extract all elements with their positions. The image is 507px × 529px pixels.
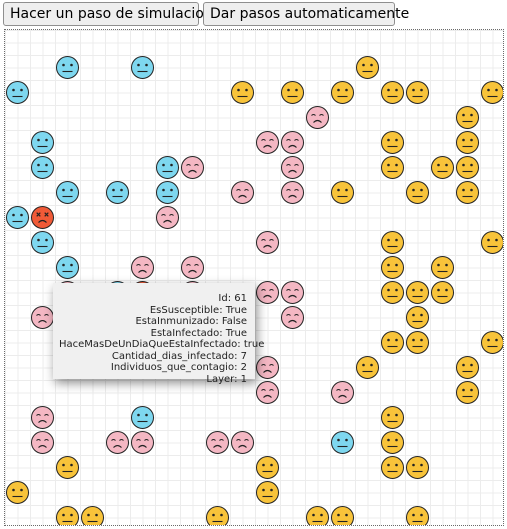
agent-immunized[interactable] [481,81,504,104]
agent-immunized[interactable] [306,506,329,526]
agent-susceptible[interactable] [106,181,129,204]
tooltip-id: Id: 61 [218,293,247,304]
agent-infected[interactable] [31,406,54,429]
agent-immunized[interactable] [406,506,429,526]
agent-immunized[interactable] [406,81,429,104]
agent-immunized[interactable] [6,481,29,504]
agent-infected[interactable] [256,281,279,304]
tooltip-susceptible: EsSusceptible: True [149,304,247,316]
agent-immunized[interactable] [381,456,404,479]
agent-immunized[interactable] [381,331,404,354]
agent-immunized[interactable] [281,81,304,104]
agent-immunized[interactable] [406,181,429,204]
agent-immunized[interactable] [456,381,479,404]
tooltip-more-than-one-day: HaceMasDeUnDiaQueEstaInfectado: true [59,339,265,350]
agent-immunized[interactable] [481,231,504,254]
agent-infected[interactable] [106,431,129,454]
auto-steps-button[interactable]: Dar pasos automaticamente [203,2,409,26]
agent-susceptible[interactable] [131,56,154,79]
agent-immunized[interactable] [456,181,479,204]
agent-immunized[interactable] [481,331,504,354]
agent-infected[interactable] [181,156,204,179]
agent-immunized[interactable] [381,231,404,254]
simulation-grid[interactable] [4,29,504,526]
agent-immunized[interactable] [81,506,104,526]
agent-susceptible[interactable] [31,131,54,154]
agent-immunized[interactable] [456,131,479,154]
agent-infected[interactable] [31,431,54,454]
agent-susceptible[interactable] [6,206,29,229]
agent-immunized[interactable] [356,356,379,379]
agent-infected[interactable] [331,381,354,404]
agent-infected[interactable] [256,231,279,254]
agent-susceptible[interactable] [31,156,54,179]
agent-immunized[interactable] [431,156,454,179]
agent-immunized[interactable] [456,106,479,129]
tooltip-contagions: Individuos_que_contagio: 2 [110,362,247,373]
agent-infected[interactable] [156,206,179,229]
agent-immunized[interactable] [356,56,379,79]
agent-immunized[interactable] [256,456,279,479]
tooltip-days-infected: Cantidad_dias_infectado: 7 [111,350,247,362]
agent-immunized[interactable] [406,331,429,354]
agent-immunized[interactable] [381,131,404,154]
agent-infected[interactable] [31,306,54,329]
agent-immunized[interactable] [381,156,404,179]
agent-immunized[interactable] [331,506,354,526]
agent-immunized[interactable] [406,456,429,479]
agent-susceptible[interactable] [6,81,29,104]
agent-infected[interactable] [256,131,279,154]
agent-infected[interactable] [181,256,204,279]
agent-infected-severe[interactable] [31,206,54,229]
agent-immunized[interactable] [406,281,429,304]
agent-infected[interactable] [131,256,154,279]
agent-infected[interactable] [281,306,304,329]
agent-infected[interactable] [281,181,304,204]
agents-layer [6,56,504,526]
tooltip-infected: EstaInfectado: True [150,327,247,339]
step-simulation-button[interactable]: Hacer un paso de simulacion [3,2,213,26]
agent-infected[interactable] [231,431,254,454]
agent-immunized[interactable] [56,456,79,479]
tooltip-layer: Layer: 1 [206,373,247,385]
agent-susceptible[interactable] [56,181,79,204]
agent-susceptible[interactable] [156,181,179,204]
agent-immunized[interactable] [256,481,279,504]
agent-immunized[interactable] [206,506,229,526]
agent-susceptible[interactable] [56,256,79,279]
agent-immunized[interactable] [381,281,404,304]
agent-infected[interactable] [206,431,229,454]
agent-immunized[interactable] [456,156,479,179]
agent-immunized[interactable] [381,431,404,454]
agent-immunized[interactable] [331,81,354,104]
agent-susceptible[interactable] [331,431,354,454]
agent-immunized[interactable] [381,256,404,279]
agent-susceptible[interactable] [31,231,54,254]
agent-infected[interactable] [281,131,304,154]
agent-infected[interactable] [231,181,254,204]
agent-immunized[interactable] [406,306,429,329]
agent-infected[interactable] [131,431,154,454]
agent-susceptible[interactable] [131,406,154,429]
agent-immunized[interactable] [381,81,404,104]
agent-immunized[interactable] [431,281,454,304]
agent-susceptible[interactable] [56,56,79,79]
agent-infected[interactable] [256,381,279,404]
agent-immunized[interactable] [431,256,454,279]
agent-immunized[interactable] [381,406,404,429]
agent-immunized[interactable] [456,356,479,379]
agent-immunized[interactable] [331,181,354,204]
agent-infected[interactable] [306,106,329,129]
agent-infected[interactable] [256,356,279,379]
agent-immunized[interactable] [231,81,254,104]
agent-tooltip: Id: 61 EsSusceptible: True EstaInmunizad… [53,283,265,385]
agent-infected[interactable] [281,281,304,304]
tooltip-immunized: EstaInmunizado: False [135,316,247,327]
agent-susceptible[interactable] [156,156,179,179]
agent-immunized[interactable] [56,506,79,526]
agent-infected[interactable] [281,156,304,179]
